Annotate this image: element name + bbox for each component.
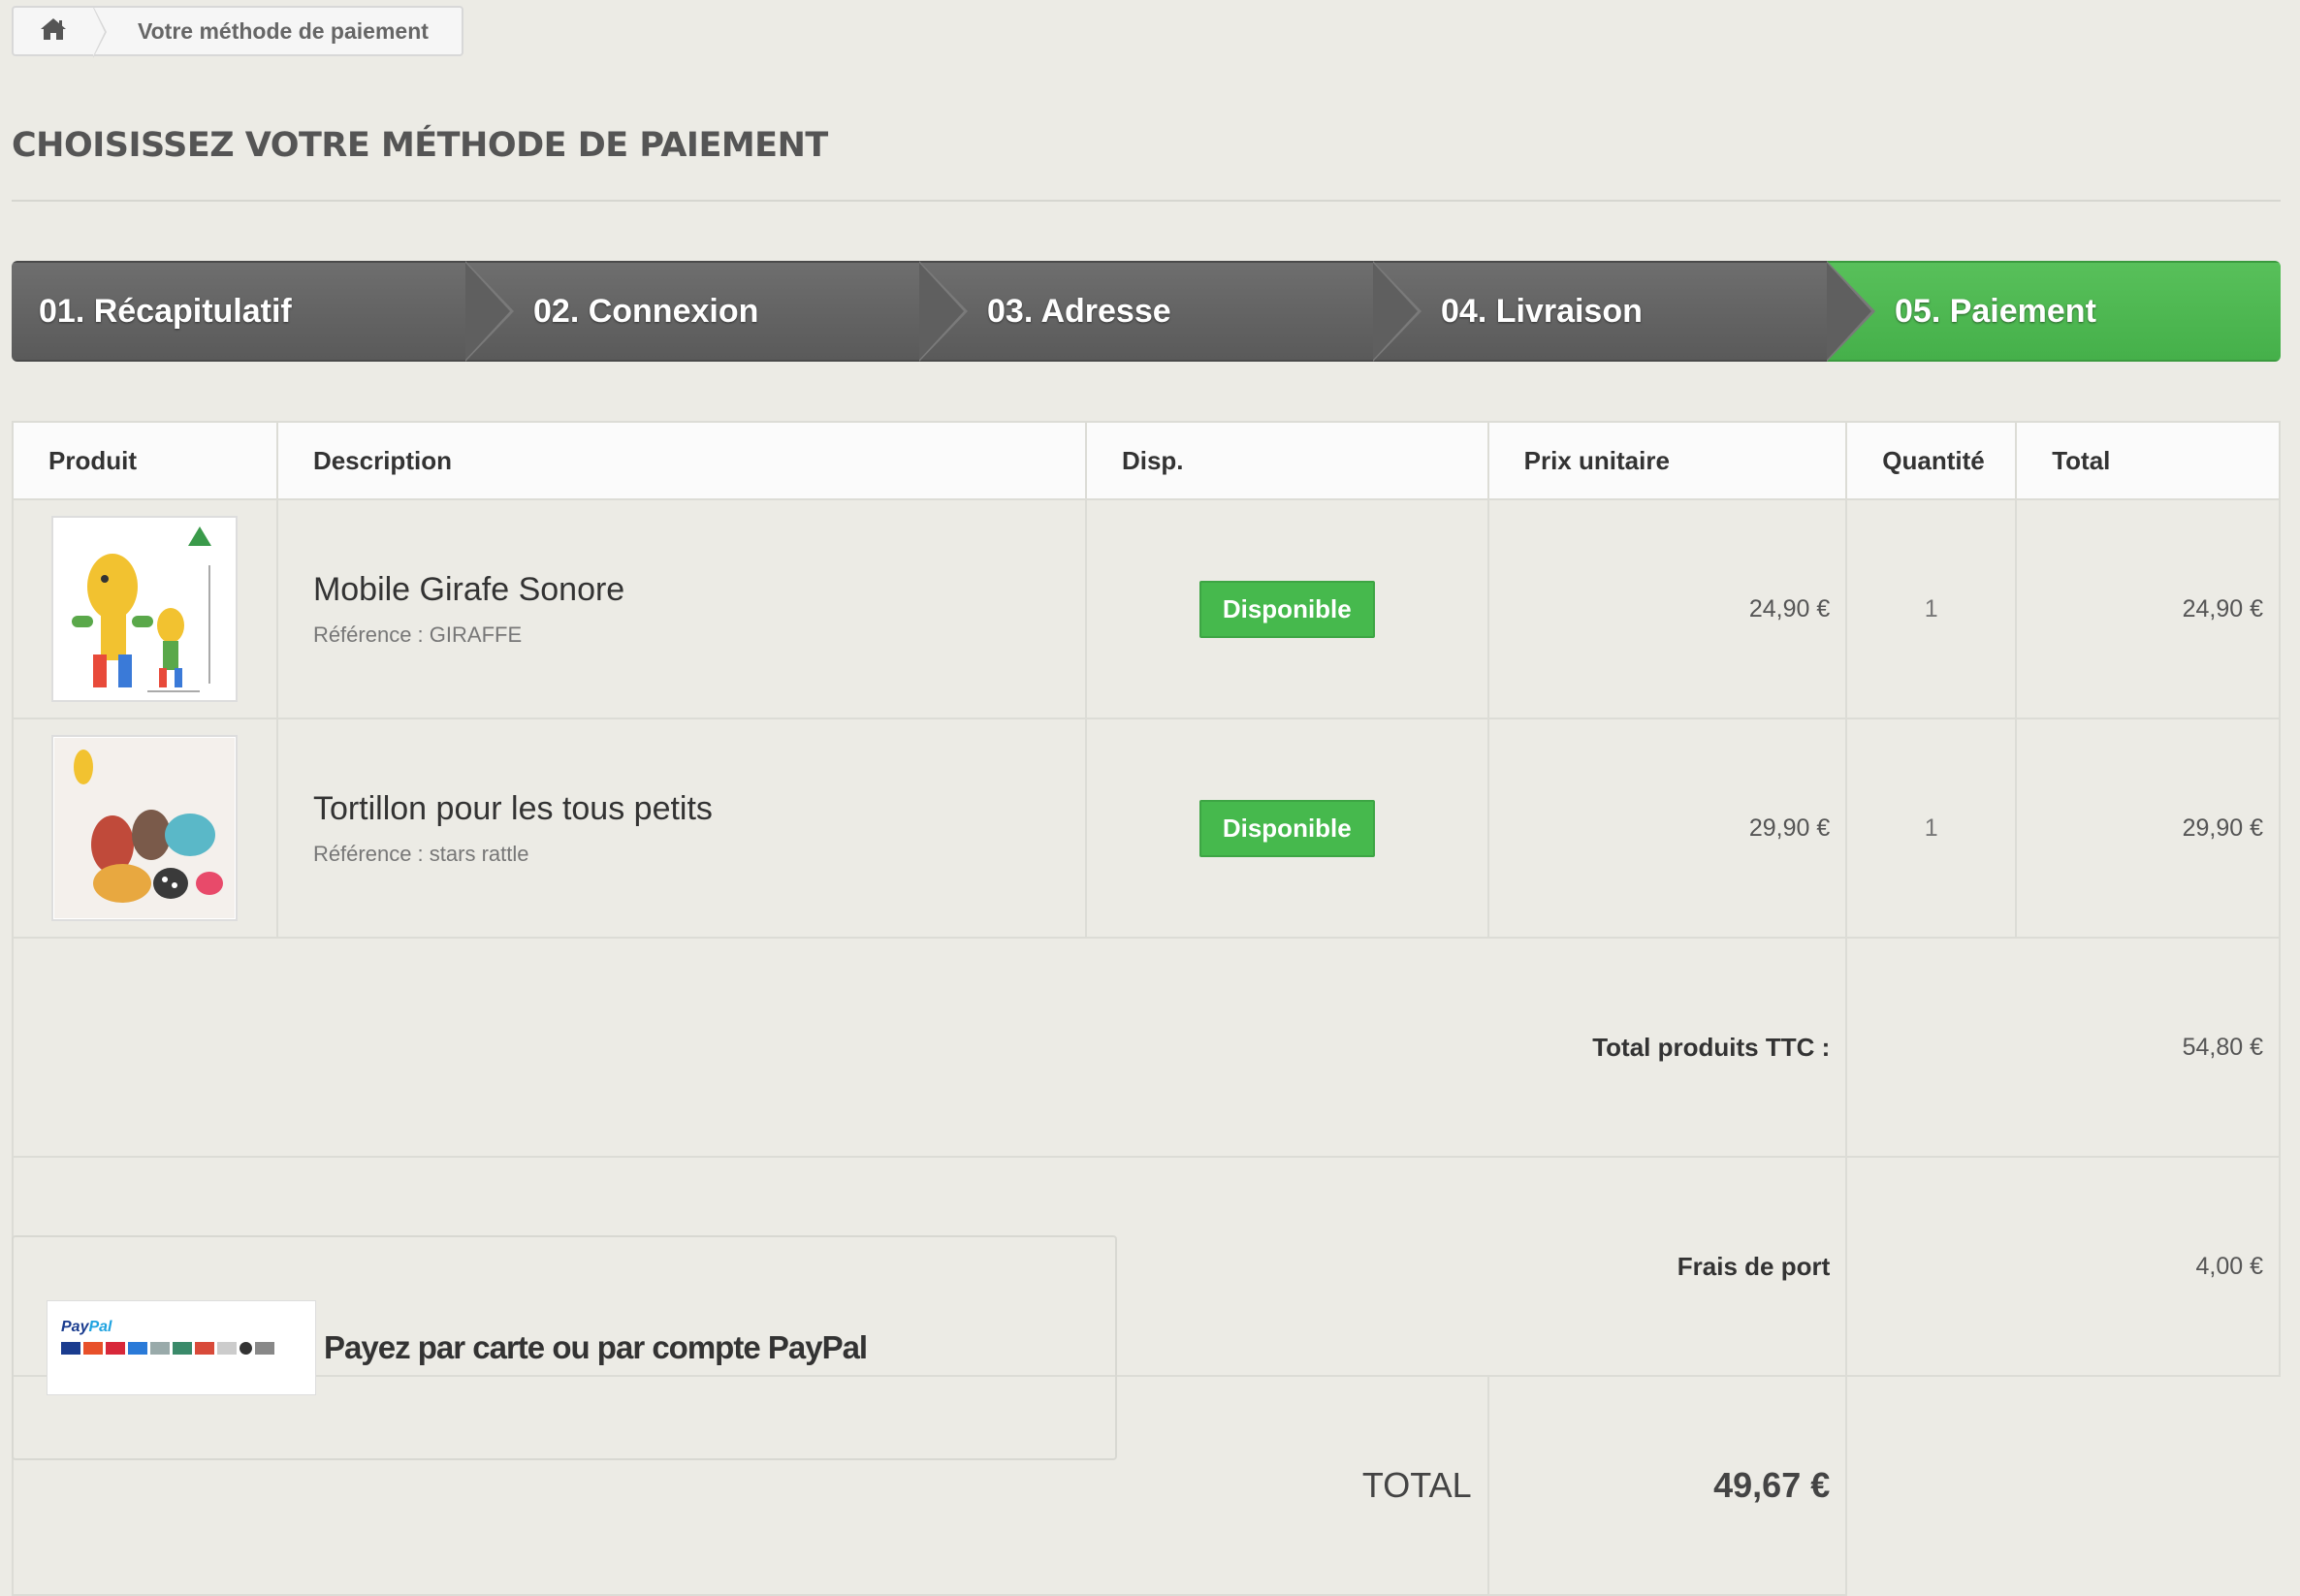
- empty-cell: [1846, 1376, 2280, 1595]
- product-image-rattle[interactable]: [51, 735, 238, 921]
- discover-icon: [150, 1342, 170, 1355]
- step-arrow-inner: [919, 263, 964, 360]
- step-arrow-inner: [465, 263, 510, 360]
- maestro-icon: [106, 1342, 125, 1355]
- step-label: 01. Récapitulatif: [39, 292, 292, 330]
- step-arrow-inner: [1827, 263, 1871, 360]
- quantity: 1: [1845, 498, 2018, 719]
- product-name[interactable]: Mobile Girafe Sonore: [313, 571, 1084, 609]
- header-total: Total: [2015, 421, 2281, 500]
- product-image-cell: [12, 498, 278, 719]
- checkout-steps: 01. Récapitulatif 02. Connexion 03. Adre…: [12, 261, 2281, 362]
- unit-price: 24,90 €: [1486, 498, 1848, 719]
- header-unit-price: Prix unitaire: [1486, 421, 1848, 500]
- paypal-brand: PayPal: [61, 1319, 112, 1335]
- product-description-cell: Mobile Girafe Sonore Référence : GIRAFFE: [275, 498, 1087, 719]
- step-recapitulatif[interactable]: 01. Récapitulatif: [12, 261, 514, 362]
- payment-option-paypal[interactable]: PayPal Payez par carte ou par compte Pay…: [12, 1235, 1117, 1460]
- aurore-icon: [173, 1342, 192, 1355]
- unit-price: 29,90 €: [1486, 718, 1848, 939]
- header-availability: Disp.: [1084, 421, 1489, 500]
- line-total: 29,90 €: [2015, 718, 2281, 939]
- product-image-giraffe[interactable]: [51, 516, 238, 702]
- breadcrumb: Votre méthode de paiement: [12, 6, 463, 58]
- amex-icon: [128, 1342, 147, 1355]
- product-image-cell: [12, 718, 278, 939]
- product-name[interactable]: Tortillon pour les tous petits: [313, 790, 1084, 828]
- availability-badge: Disponible: [1198, 799, 1375, 857]
- mastercard-icon: [83, 1342, 103, 1355]
- title-divider: [12, 200, 2281, 202]
- header-quantity: Quantité: [1845, 421, 2018, 500]
- page-title: CHOISISSEZ VOTRE MÉTHODE DE PAIEMENT: [12, 126, 828, 165]
- breadcrumb-current: Votre méthode de paiement: [138, 17, 429, 44]
- availability-cell: Disponible: [1084, 498, 1489, 719]
- step-arrow-inner: [1373, 263, 1418, 360]
- line-total: 24,90 €: [2015, 498, 2281, 719]
- cetelem-icon: [195, 1342, 214, 1355]
- products-total-row: Total produits TTC : 54,80 €: [11, 937, 2281, 1158]
- table-row: Tortillon pour les tous petits Référence…: [12, 718, 2281, 939]
- step-adresse[interactable]: 03. Adresse: [919, 261, 1422, 362]
- products-total-label: Total produits TTC :: [11, 937, 1848, 1158]
- home-icon: [39, 16, 68, 47]
- shipping-value: 4,00 €: [1845, 1156, 2281, 1377]
- paypal-logo: PayPal: [47, 1300, 316, 1395]
- product-description-cell: Tortillon pour les tous petits Référence…: [275, 718, 1087, 939]
- step-livraison[interactable]: 04. Livraison: [1373, 261, 1875, 362]
- availability-badge: Disponible: [1198, 580, 1375, 638]
- quantity: 1: [1845, 718, 2018, 939]
- table-row: Mobile Girafe Sonore Référence : GIRAFFE…: [12, 498, 2281, 719]
- products-total-value: 54,80 €: [1845, 937, 2281, 1158]
- bank-account-icon: [255, 1342, 274, 1355]
- availability-cell: Disponible: [1084, 718, 1489, 939]
- product-reference: Référence : GIRAFFE: [312, 622, 523, 647]
- header-description: Description: [275, 421, 1087, 500]
- step-paiement: 05. Paiement: [1827, 261, 2281, 362]
- visa-icon: [61, 1342, 80, 1355]
- step-connexion[interactable]: 02. Connexion: [465, 261, 968, 362]
- four-times-icon: [240, 1342, 252, 1355]
- header-product: Produit: [12, 421, 278, 500]
- payment-option-label[interactable]: Payez par carte ou par compte PayPal: [324, 1329, 868, 1366]
- breadcrumb-home-link[interactable]: [14, 6, 107, 58]
- table-header-row: Produit Description Disp. Prix unitaire …: [12, 421, 2281, 500]
- grand-total-value: 49,67 €: [1486, 1375, 1848, 1596]
- card-logos: [61, 1342, 307, 1355]
- product-reference: Référence : stars rattle: [312, 841, 529, 866]
- cofinoga-icon: [217, 1342, 237, 1355]
